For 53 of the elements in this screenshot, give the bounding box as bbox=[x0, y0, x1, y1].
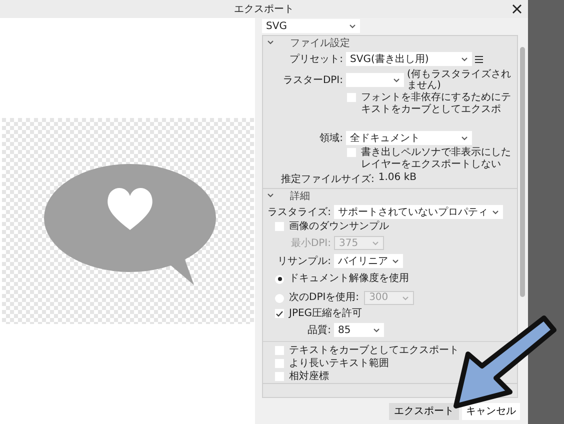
chevron-icon bbox=[392, 258, 399, 264]
section-header[interactable]: 詳細 bbox=[263, 189, 517, 202]
chevron-icon bbox=[492, 210, 499, 214]
radio-label: 次のDPIを使用: bbox=[289, 292, 360, 304]
field-label: ラスターDPI: bbox=[282, 74, 343, 87]
radio-label: ドキュメント解像度を使用 bbox=[289, 273, 409, 285]
checkbox[interactable] bbox=[347, 93, 356, 102]
field-label: 領域: bbox=[318, 132, 343, 145]
field-label: リサンプル: bbox=[276, 254, 331, 268]
window-title: エクスポート bbox=[234, 3, 294, 16]
dialog-button[interactable]: キャンセル bbox=[462, 402, 520, 420]
chevron-icon bbox=[402, 296, 410, 300]
dropdown[interactable]: バイリニア bbox=[334, 254, 403, 268]
dropdown[interactable]: SVG(書き出し用) bbox=[346, 52, 472, 66]
chevron-icon bbox=[393, 78, 400, 82]
checkbox-label: より長いテキスト範囲 bbox=[289, 358, 389, 370]
info-label: 推定ファイルサイズ: bbox=[281, 172, 374, 186]
checkbox-label: フォントを非依存にするためにテキストをカーブとしてエクスポ bbox=[361, 92, 512, 116]
checkbox-label: テキストをカーブとしてエクスポート bbox=[289, 345, 459, 357]
checkbox[interactable] bbox=[275, 359, 284, 368]
checkbox[interactable] bbox=[275, 309, 284, 318]
checkbox[interactable] bbox=[275, 346, 284, 355]
chevron-icon bbox=[267, 193, 274, 198]
dropdown[interactable]: 85 bbox=[334, 323, 384, 337]
checkbox[interactable] bbox=[275, 372, 284, 381]
chevron-icon bbox=[461, 56, 468, 62]
radio-button[interactable] bbox=[275, 274, 284, 284]
section-header[interactable]: ファイル設定 bbox=[263, 36, 517, 49]
format-dropdown[interactable]: SVG bbox=[262, 19, 360, 33]
hint-text: (何もラスタライズされません) bbox=[407, 69, 512, 91]
field-label: 最小DPI: bbox=[290, 236, 331, 250]
checkbox[interactable] bbox=[275, 222, 284, 231]
close-icon[interactable] bbox=[512, 4, 522, 14]
chevron-icon bbox=[372, 240, 379, 246]
check-icon bbox=[276, 310, 283, 316]
checkbox-label: 書き出しペルソナで非表示にしたレイヤーをエクスポートしない bbox=[361, 147, 512, 171]
field-label: プリセット: bbox=[288, 52, 343, 66]
checkbox-label: JPEG圧縮を許可 bbox=[289, 308, 362, 320]
menu-icon[interactable] bbox=[475, 56, 483, 62]
chevron-icon bbox=[461, 136, 468, 140]
dropdown[interactable] bbox=[346, 73, 404, 87]
dropdown[interactable]: サポートされていないプロパティ bbox=[334, 205, 503, 219]
info-value: 1.06 kB bbox=[378, 172, 416, 185]
checkbox[interactable] bbox=[347, 148, 356, 157]
chevron-icon bbox=[349, 24, 356, 28]
checkbox-label: 相対座標 bbox=[289, 371, 329, 383]
checkbox-label: 画像のダウンサンプル bbox=[289, 221, 389, 233]
field-label: ラスタライズ: bbox=[266, 206, 331, 219]
dialog-button[interactable]: エクスポート bbox=[389, 402, 459, 420]
field-label: 品質: bbox=[306, 324, 331, 337]
chevron-icon bbox=[373, 328, 380, 332]
chevron-icon bbox=[267, 40, 274, 45]
dropdown[interactable]: 全ドキュメント bbox=[346, 131, 472, 145]
